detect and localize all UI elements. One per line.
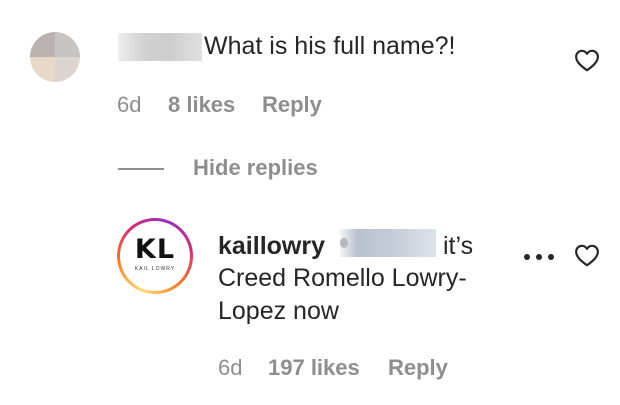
- avatar-logo: KL KAIL LOWRY: [120, 221, 190, 291]
- reply-username[interactable]: kaillowry: [218, 230, 325, 263]
- avatar-pixel-block: [30, 32, 55, 57]
- reply-likes-count[interactable]: 197 likes: [268, 355, 360, 381]
- reply-avatar[interactable]: KL KAIL LOWRY: [117, 218, 193, 294]
- replies-divider-line: [118, 168, 164, 170]
- comment-reply-button[interactable]: Reply: [262, 92, 322, 118]
- hide-replies-button[interactable]: Hide replies: [193, 155, 318, 181]
- dot: [536, 254, 542, 260]
- dot: [548, 254, 554, 260]
- redacted-mention: [340, 229, 436, 257]
- more-options-icon[interactable]: [524, 254, 554, 260]
- comment-likes-count[interactable]: 8 likes: [168, 92, 235, 118]
- comment-text: What is his full name?!: [204, 32, 456, 60]
- logo-mark: KL: [134, 234, 176, 265]
- heart-icon[interactable]: [574, 48, 600, 72]
- commenter-avatar-blurred[interactable]: [30, 32, 80, 82]
- avatar-pixel-block: [55, 57, 80, 82]
- heart-icon[interactable]: [574, 243, 600, 267]
- reply-reply-button[interactable]: Reply: [388, 355, 448, 381]
- reply-timestamp[interactable]: 6d: [218, 355, 242, 381]
- redacted-username: [118, 33, 202, 61]
- avatar-pixel-block: [30, 57, 55, 82]
- avatar-pixel-block: [55, 32, 80, 57]
- logo-subtitle: KAIL LOWRY: [134, 266, 176, 272]
- reply-text-line3: Lopez now: [218, 297, 339, 325]
- dot: [524, 254, 530, 260]
- reply-text-line1: it’s: [443, 232, 474, 260]
- redaction-artifact: [340, 238, 348, 248]
- reply-text-line2: Creed Romello Lowry-: [218, 264, 467, 292]
- comment-timestamp[interactable]: 6d: [117, 92, 141, 118]
